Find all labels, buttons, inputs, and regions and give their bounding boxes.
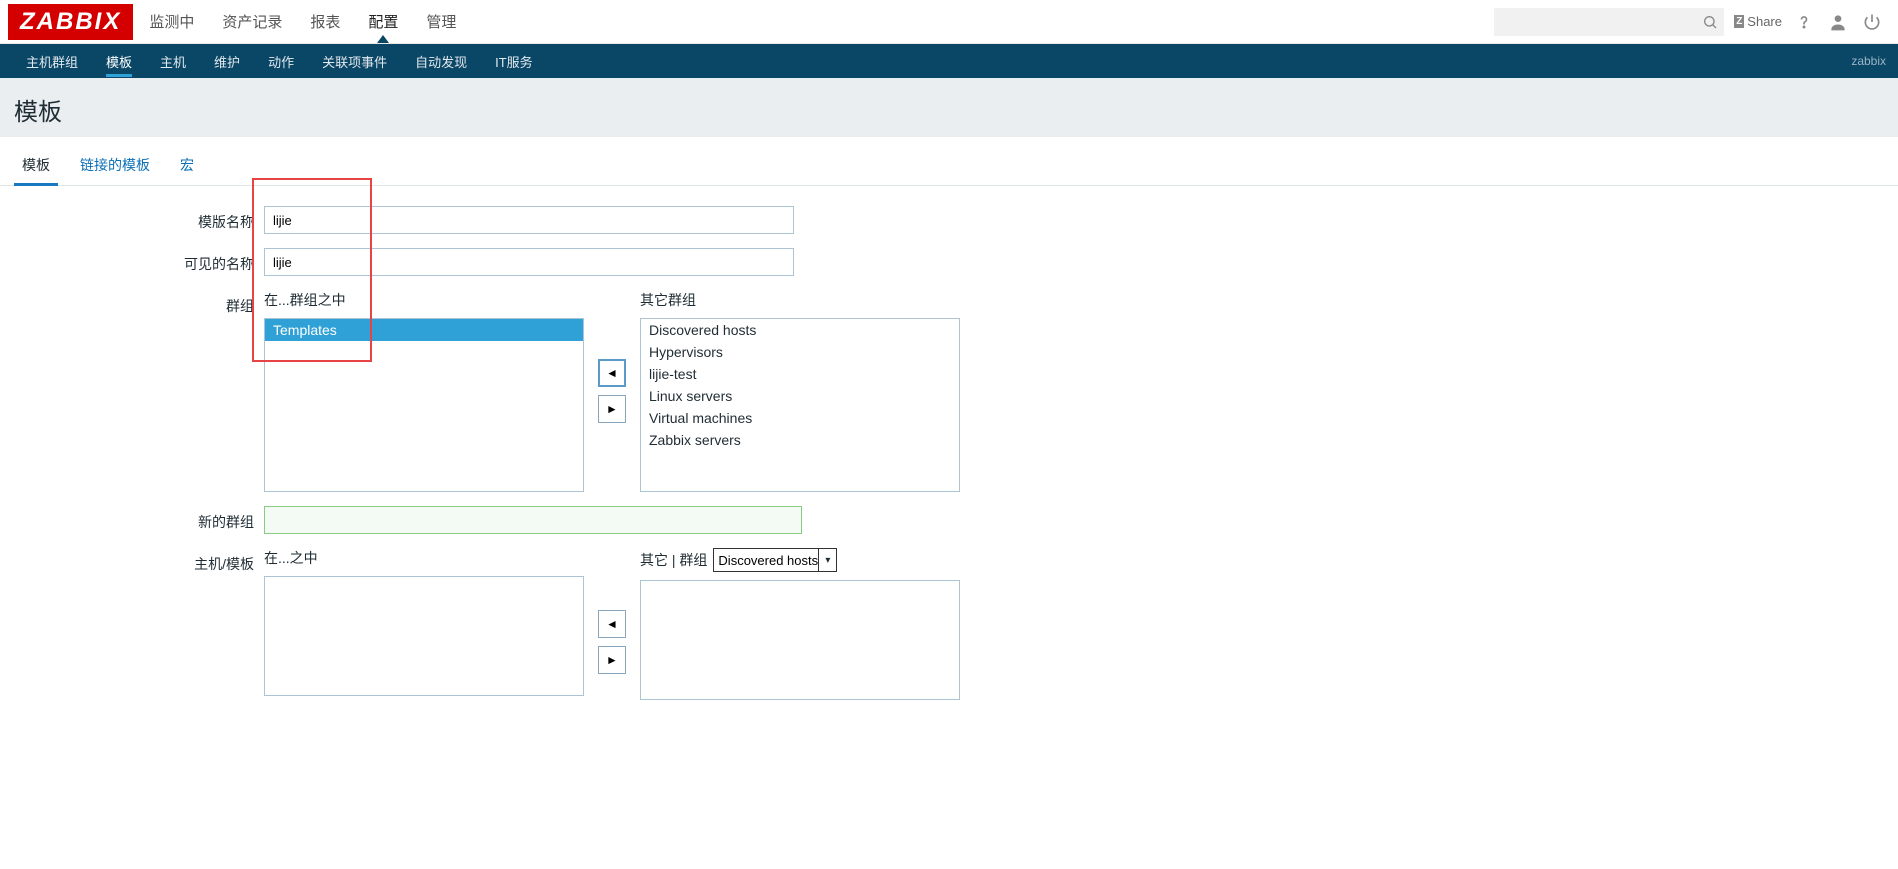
page-title: 模板 bbox=[14, 92, 1884, 127]
nav-inventory[interactable]: 资产记录 bbox=[220, 1, 284, 42]
user-icon[interactable] bbox=[1826, 12, 1850, 32]
label-hosts: 主机/模板 bbox=[14, 548, 264, 574]
label-visible-name: 可见的名称 bbox=[14, 248, 264, 274]
content: 模板 链接的模板 宏 模版名称 可见的名称 群组 在...群组之中 bbox=[0, 137, 1898, 744]
hosts-other-prefix: 其它 | 群组 bbox=[640, 550, 707, 570]
row-visible-name: 可见的名称 bbox=[14, 248, 1884, 276]
hosts-move-left-button[interactable]: ◄ bbox=[598, 610, 626, 638]
row-groups: 群组 在...群组之中 Templates ◄ ► 其它群组 bbox=[14, 290, 1884, 492]
label-new-group: 新的群组 bbox=[14, 506, 264, 532]
row-template-name: 模版名称 bbox=[14, 206, 1884, 234]
input-template-name[interactable] bbox=[264, 206, 794, 234]
hosts-other-listbox[interactable] bbox=[640, 580, 960, 700]
subnav-maintenance[interactable]: 维护 bbox=[200, 44, 254, 79]
main-nav: 监测中 资产记录 报表 配置 管理 bbox=[147, 1, 1494, 42]
groups-other-listbox[interactable]: Discovered hosts Hypervisors lijie-test … bbox=[640, 318, 960, 492]
row-new-group: 新的群组 bbox=[14, 506, 1884, 534]
search-wrap bbox=[1494, 8, 1724, 36]
share-z-icon: Z bbox=[1734, 15, 1744, 28]
list-item[interactable]: Linux servers bbox=[641, 385, 959, 407]
list-item[interactable]: lijie-test bbox=[641, 363, 959, 385]
form-body: 模版名称 可见的名称 群组 在...群组之中 Templates bbox=[0, 186, 1898, 744]
row-hosts: 主机/模板 在...之中 ◄ ► 其它 | 群组 bbox=[14, 548, 1884, 700]
zabbix-logo: ZABBIX bbox=[8, 4, 133, 40]
subnav-right-text: zabbix bbox=[1851, 54, 1886, 68]
hosts-group-select[interactable]: Discovered hosts bbox=[713, 548, 837, 572]
move-right-button[interactable]: ► bbox=[598, 395, 626, 423]
share-button[interactable]: Z Share bbox=[1734, 14, 1782, 29]
label-template-name: 模版名称 bbox=[14, 206, 264, 232]
topbar-right: Z Share bbox=[1494, 8, 1898, 36]
subnav-actions[interactable]: 动作 bbox=[254, 44, 308, 79]
share-label: Share bbox=[1747, 14, 1782, 29]
subnav-itservices[interactable]: IT服务 bbox=[481, 44, 547, 79]
tabs-bar: 模板 链接的模板 宏 bbox=[0, 137, 1898, 186]
page-header: 模板 bbox=[0, 78, 1898, 137]
tab-template[interactable]: 模板 bbox=[14, 149, 58, 185]
input-new-group[interactable] bbox=[264, 506, 802, 534]
subnav-hostgroups[interactable]: 主机群组 bbox=[12, 44, 92, 79]
nav-configuration[interactable]: 配置 bbox=[366, 1, 400, 42]
subnav-hosts[interactable]: 主机 bbox=[146, 44, 200, 79]
hosts-move-right-button[interactable]: ► bbox=[598, 646, 626, 674]
move-left-button[interactable]: ◄ bbox=[598, 359, 626, 387]
list-item[interactable]: Hypervisors bbox=[641, 341, 959, 363]
groups-other-label: 其它群组 bbox=[640, 290, 960, 310]
hosts-in-listbox[interactable] bbox=[264, 576, 584, 696]
help-icon[interactable] bbox=[1792, 12, 1816, 32]
search-icon[interactable] bbox=[1702, 14, 1718, 30]
groups-in-label: 在...群组之中 bbox=[264, 290, 584, 310]
list-item[interactable]: Discovered hosts bbox=[641, 319, 959, 341]
subnav-discovery[interactable]: 自动发现 bbox=[401, 44, 481, 79]
list-item[interactable]: Virtual machines bbox=[641, 407, 959, 429]
search-input[interactable] bbox=[1494, 8, 1724, 36]
tab-macros[interactable]: 宏 bbox=[172, 149, 202, 185]
power-icon[interactable] bbox=[1860, 12, 1884, 32]
groups-in-listbox[interactable]: Templates bbox=[264, 318, 584, 492]
nav-monitoring[interactable]: 监测中 bbox=[147, 1, 196, 42]
list-item[interactable]: Templates bbox=[265, 319, 583, 341]
subnav-templates[interactable]: 模板 bbox=[92, 44, 146, 79]
hosts-in-label: 在...之中 bbox=[264, 548, 584, 568]
tab-linked-templates[interactable]: 链接的模板 bbox=[72, 149, 158, 185]
input-visible-name[interactable] bbox=[264, 248, 794, 276]
list-item[interactable]: Zabbix servers bbox=[641, 429, 959, 451]
subnav-correlation[interactable]: 关联项事件 bbox=[308, 44, 401, 79]
label-groups: 群组 bbox=[14, 290, 264, 316]
sub-nav: 主机群组 模板 主机 维护 动作 关联项事件 自动发现 IT服务 zabbix bbox=[0, 44, 1898, 78]
topbar: ZABBIX 监测中 资产记录 报表 配置 管理 Z Share bbox=[0, 0, 1898, 44]
nav-reports[interactable]: 报表 bbox=[308, 1, 342, 42]
nav-administration[interactable]: 管理 bbox=[424, 1, 458, 42]
